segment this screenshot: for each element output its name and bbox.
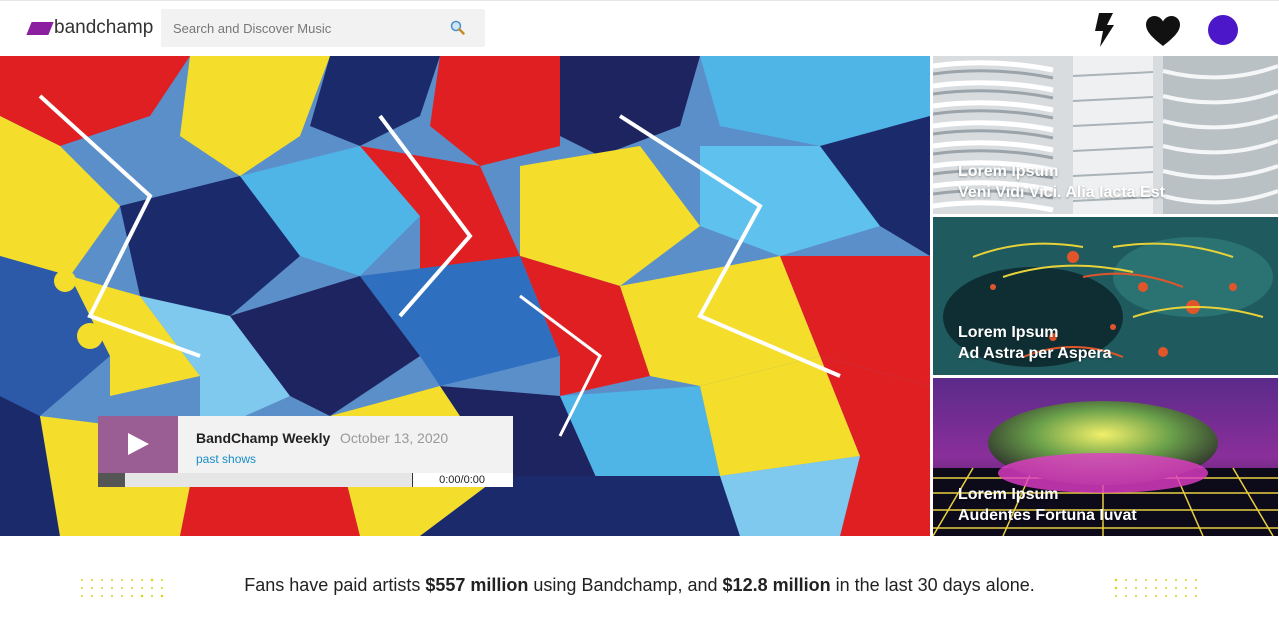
- search-box: [161, 9, 485, 47]
- logo-text: bandchamp: [54, 17, 154, 38]
- stats-banner: Fans have paid artists $557 million usin…: [0, 536, 1279, 632]
- stats-middle: using Bandchamp, and: [528, 575, 723, 595]
- play-icon: [128, 433, 149, 455]
- card-caption: Lorem Ipsum Audentes Fortuna Iuvat: [958, 484, 1137, 526]
- stats-prefix: Fans have paid artists: [244, 575, 426, 595]
- search-input[interactable]: [161, 9, 441, 47]
- feature-card-orb[interactable]: Lorem Ipsum Audentes Fortuna Iuvat: [933, 378, 1278, 536]
- time-readout: 0:00/0:00: [439, 474, 485, 486]
- card-subtitle: Ad Astra per Aspera: [958, 345, 1112, 362]
- progress-bar: 0:00/0:00: [98, 473, 513, 487]
- card-subtitle: Veni Vidi Vici. Alia Iacta Est: [958, 184, 1165, 201]
- past-shows-link[interactable]: past shows: [196, 452, 256, 466]
- card-title: Lorem Ipsum: [958, 324, 1059, 341]
- card-title: Lorem Ipsum: [958, 486, 1059, 503]
- progress-marker[interactable]: [412, 473, 413, 487]
- audio-player: BandChamp Weekly October 13, 2020 past s…: [98, 416, 513, 487]
- card-subtitle: Audentes Fortuna Iuvat: [958, 507, 1137, 524]
- user-avatar[interactable]: [1208, 15, 1238, 45]
- logo-mark-icon: [26, 21, 54, 35]
- stats-total-amount: $557 million: [425, 575, 529, 595]
- show-title: BandChamp Weekly: [196, 430, 331, 446]
- heart-icon[interactable]: [1145, 14, 1181, 48]
- search-icon[interactable]: [449, 19, 467, 37]
- feature-card-paint[interactable]: Lorem Ipsum Ad Astra per Aspera: [933, 217, 1278, 375]
- progress-track[interactable]: [125, 473, 412, 487]
- play-button[interactable]: [98, 416, 178, 473]
- card-caption: Lorem Ipsum Veni Vidi Vici. Alia Iacta E…: [958, 161, 1165, 203]
- stats-suffix: in the last 30 days alone.: [830, 575, 1035, 595]
- bandchamp-logo[interactable]: bandchamp: [25, 16, 153, 40]
- decorative-dots-right: [1114, 578, 1197, 597]
- lightning-bolt-icon[interactable]: [1089, 13, 1119, 47]
- stats-recent-amount: $12.8 million: [722, 575, 831, 595]
- hero-graffiti-image: BandChamp Weekly October 13, 2020 past s…: [0, 56, 930, 536]
- top-header: bandchamp: [0, 0, 1279, 56]
- stats-text: Fans have paid artists $557 million usin…: [0, 575, 1279, 596]
- card-caption: Lorem Ipsum Ad Astra per Aspera: [958, 322, 1112, 364]
- feature-card-building[interactable]: Lorem Ipsum Veni Vidi Vici. Alia Iacta E…: [933, 56, 1278, 214]
- show-date: October 13, 2020: [340, 430, 449, 446]
- progress-fill: [98, 473, 125, 487]
- card-title: Lorem Ipsum: [958, 163, 1059, 180]
